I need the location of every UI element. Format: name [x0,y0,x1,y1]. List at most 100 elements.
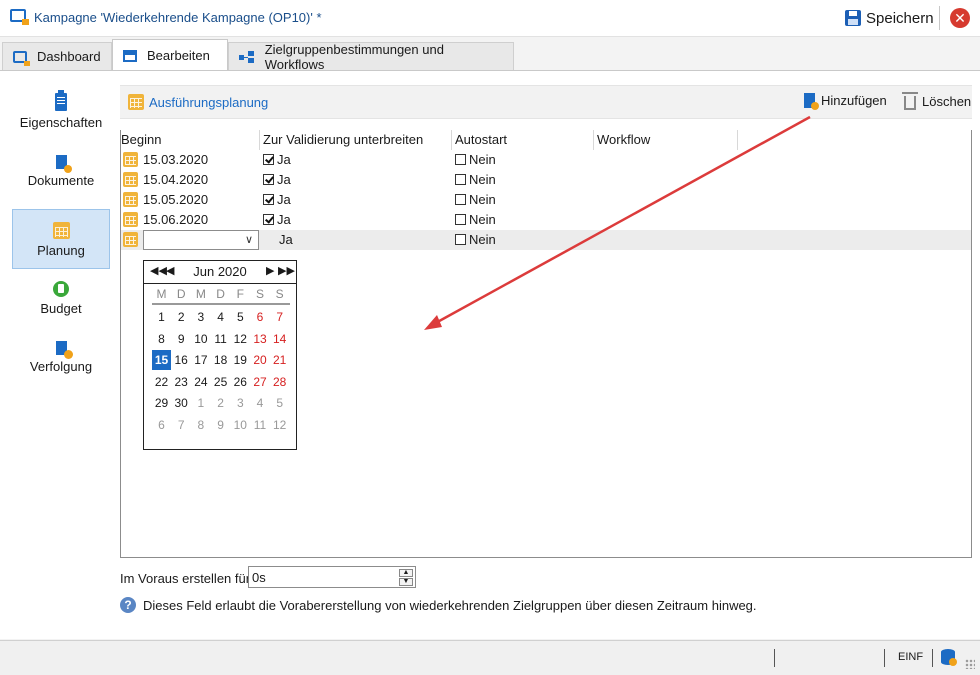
spin-up-icon[interactable]: ▲ [399,569,413,577]
column-header-autostart[interactable]: Autostart [455,132,507,147]
tab-bearbeiten[interactable]: Bearbeiten [112,39,228,71]
calendar-day[interactable]: 23 [172,372,191,392]
column-header-workflow[interactable]: Workflow [597,132,650,147]
date-cell[interactable]: 15.05.2020 [123,192,208,207]
calendar-day[interactable]: 17 [191,350,210,370]
calendar-day[interactable]: 1 [152,307,171,327]
validate-cell[interactable]: Ja [263,172,291,187]
calendar-day[interactable]: 2 [211,393,230,413]
calendar-day[interactable]: 16 [172,350,191,370]
delete-button[interactable]: Löschen [902,92,971,110]
column-divider[interactable] [451,130,452,150]
validate-cell[interactable]: Ja [279,232,293,247]
calendar-day[interactable]: 12 [270,415,289,435]
calendar-day[interactable]: 29 [152,393,171,413]
calendar-day[interactable]: 7 [172,415,191,435]
column-divider[interactable] [593,130,594,150]
calendar-day[interactable]: 3 [231,393,250,413]
calendar-day[interactable]: 7 [270,307,289,327]
calendar-day[interactable]: 9 [172,329,191,349]
calendar-day[interactable]: 24 [191,372,210,392]
validate-checkbox[interactable] [263,154,274,165]
resize-grip-icon[interactable] [965,659,975,669]
date-cell[interactable] [123,232,143,247]
calendar-day[interactable]: 30 [172,393,191,413]
calendar-day[interactable]: 20 [251,350,270,370]
validate-cell[interactable]: Ja [263,192,291,207]
validate-checkbox[interactable] [263,194,274,205]
calendar-day[interactable]: 8 [152,329,171,349]
autostart-cell[interactable]: Nein [455,152,496,167]
advance-duration-input[interactable]: 0s ▲ ▼ [248,566,416,588]
table-row[interactable]: 15.04.2020 Ja Nein [121,170,971,190]
calendar-day[interactable]: 5 [231,307,250,327]
autostart-cell[interactable]: Nein [455,192,496,207]
calendar-day[interactable]: 2 [172,307,191,327]
sidebar-item-planung[interactable]: Planung [12,209,110,269]
calendar-day[interactable]: 18 [211,350,230,370]
sidebar-item-dokumente[interactable]: Dokumente [12,143,110,201]
calendar-day[interactable]: 13 [251,329,270,349]
date-input[interactable]: ∨ [143,230,259,250]
calendar-day[interactable]: 26 [231,372,250,392]
table-row-editing[interactable]: ∨ Ja Nein [121,230,971,250]
calendar-day[interactable]: 27 [251,372,270,392]
calendar-day[interactable]: 10 [231,415,250,435]
database-icon[interactable] [941,649,957,666]
autostart-checkbox[interactable] [455,174,466,185]
calendar-day[interactable]: 14 [270,329,289,349]
add-button[interactable]: Hinzufügen [804,93,887,110]
calendar-day[interactable]: 25 [211,372,230,392]
next-year-icon[interactable]: ▶▶ [278,264,295,277]
calendar-day[interactable]: 11 [251,415,270,435]
column-header-beginn[interactable]: Beginn [121,132,161,147]
calendar-day[interactable]: 6 [251,307,270,327]
calendar-day[interactable]: 21 [270,350,289,370]
calendar-day[interactable]: 6 [152,415,171,435]
autostart-cell[interactable]: Nein [455,172,496,187]
calendar-day-selected[interactable]: 15 [152,350,171,370]
sidebar-item-verfolgung[interactable]: Verfolgung [12,329,110,387]
sidebar-item-eigenschaften[interactable]: Eigenschaften [12,81,110,139]
close-icon[interactable]: ✕ [950,8,970,28]
column-divider[interactable] [259,130,260,150]
autostart-cell[interactable]: Nein [455,232,496,247]
calendar-day[interactable]: 22 [152,372,171,392]
calendar-day[interactable]: 8 [191,415,210,435]
calendar-day[interactable]: 12 [231,329,250,349]
tab-dashboard[interactable]: Dashboard [2,42,112,70]
chevron-down-icon[interactable]: ∨ [240,231,258,249]
validate-cell[interactable]: Ja [263,212,291,227]
calendar-day[interactable]: 5 [270,393,289,413]
date-cell[interactable]: 15.04.2020 [123,172,208,187]
autostart-checkbox[interactable] [455,214,466,225]
table-row[interactable]: 15.03.2020 Ja Nein [121,150,971,170]
validate-cell[interactable]: Ja [263,152,291,167]
autostart-checkbox[interactable] [455,194,466,205]
calendar-day[interactable]: 28 [270,372,289,392]
calendar-day[interactable]: 4 [211,307,230,327]
calendar-day[interactable]: 11 [211,329,230,349]
autostart-checkbox[interactable] [455,154,466,165]
calendar-day[interactable]: 9 [211,415,230,435]
save-button[interactable]: Speichern [845,6,934,30]
autostart-cell[interactable]: Nein [455,212,496,227]
column-divider[interactable] [737,130,738,150]
calendar-day[interactable]: 1 [191,393,210,413]
table-row[interactable]: 15.06.2020 Ja Nein [121,210,971,230]
calendar-day[interactable]: 3 [191,307,210,327]
table-row[interactable]: 15.05.2020 Ja Nein [121,190,971,210]
spin-down-icon[interactable]: ▼ [399,578,413,586]
next-month-icon[interactable]: ▶ [266,264,274,277]
sidebar-item-budget[interactable]: Budget [12,269,110,327]
calendar-day[interactable]: 4 [251,393,270,413]
column-header-validierung[interactable]: Zur Validierung unterbreiten [263,132,423,147]
date-cell[interactable]: 15.06.2020 [123,212,208,227]
date-cell[interactable]: 15.03.2020 [123,152,208,167]
autostart-checkbox[interactable] [455,234,466,245]
tab-zielgruppen-workflows[interactable]: Zielgruppenbestimmungen und Workflows [228,42,514,72]
validate-checkbox[interactable] [263,174,274,185]
validate-checkbox[interactable] [263,214,274,225]
calendar-day[interactable]: 19 [231,350,250,370]
calendar-day[interactable]: 10 [191,329,210,349]
